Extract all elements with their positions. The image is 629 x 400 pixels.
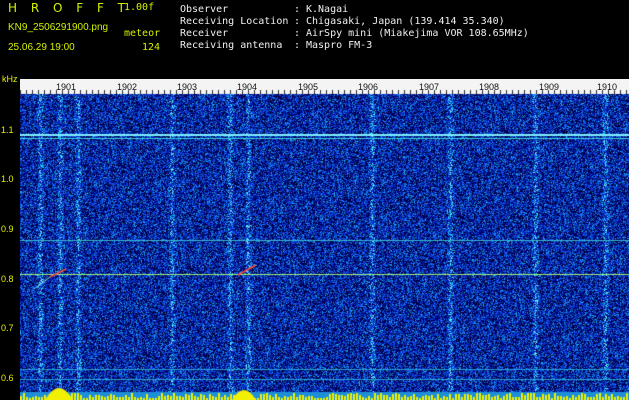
x-tick-1908: 1908: [479, 82, 500, 92]
waterfall-spectrogram: [20, 79, 629, 400]
mode-label: meteor: [124, 28, 161, 39]
count-label: 124: [142, 42, 161, 53]
y-tick-0-6: 0.6: [1, 373, 14, 383]
y-tick-0-9: 0.9: [1, 224, 14, 234]
x-tick-1903: 1903: [177, 82, 198, 92]
header-panel: H R O F F T 1.00f KN9_2506291900.png met…: [0, 0, 629, 75]
datetime-label: 25.06.29 19:00: [8, 42, 75, 53]
app-title: H R O F F T: [8, 1, 131, 15]
y-tick-1-1: 1.1: [1, 125, 14, 135]
x-tick-1905: 1905: [298, 82, 319, 92]
observer-colon: :: [294, 4, 301, 15]
location-colon: :: [294, 16, 301, 27]
location-label: Receiving Location: [180, 16, 289, 27]
observer-value: K.Nagai: [306, 4, 349, 15]
filename-label: KN9_2506291900.png: [8, 22, 109, 33]
y-tick-0-8: 0.8: [1, 274, 14, 284]
receiver-value: AirSpy mini (Miakejima VOR 108.65MHz): [306, 28, 529, 39]
observer-label: Observer: [180, 4, 229, 15]
y-tick-1-0: 1.0: [1, 174, 14, 184]
location-value: Chigasaki, Japan (139.414 35.340): [306, 16, 505, 27]
x-tick-1904: 1904: [237, 82, 258, 92]
receiver-label: Receiver: [180, 28, 229, 39]
x-tick-1907: 1907: [419, 82, 440, 92]
unit-label: kHz: [2, 74, 18, 84]
x-tick-1901: 1901: [56, 82, 77, 92]
antenna-value: Maspro FM-3: [306, 40, 373, 51]
x-tick-1910: 1910: [597, 82, 618, 92]
receiver-colon: :: [294, 28, 301, 39]
y-tick-0-7: 0.7: [1, 323, 14, 333]
version-label: 1.00f: [124, 2, 155, 13]
antenna-label: Receiving antenna: [180, 40, 283, 51]
x-tick-1902: 1902: [117, 82, 138, 92]
x-tick-1909: 1909: [539, 82, 560, 92]
x-tick-1906: 1906: [358, 82, 379, 92]
antenna-colon: :: [294, 40, 301, 51]
